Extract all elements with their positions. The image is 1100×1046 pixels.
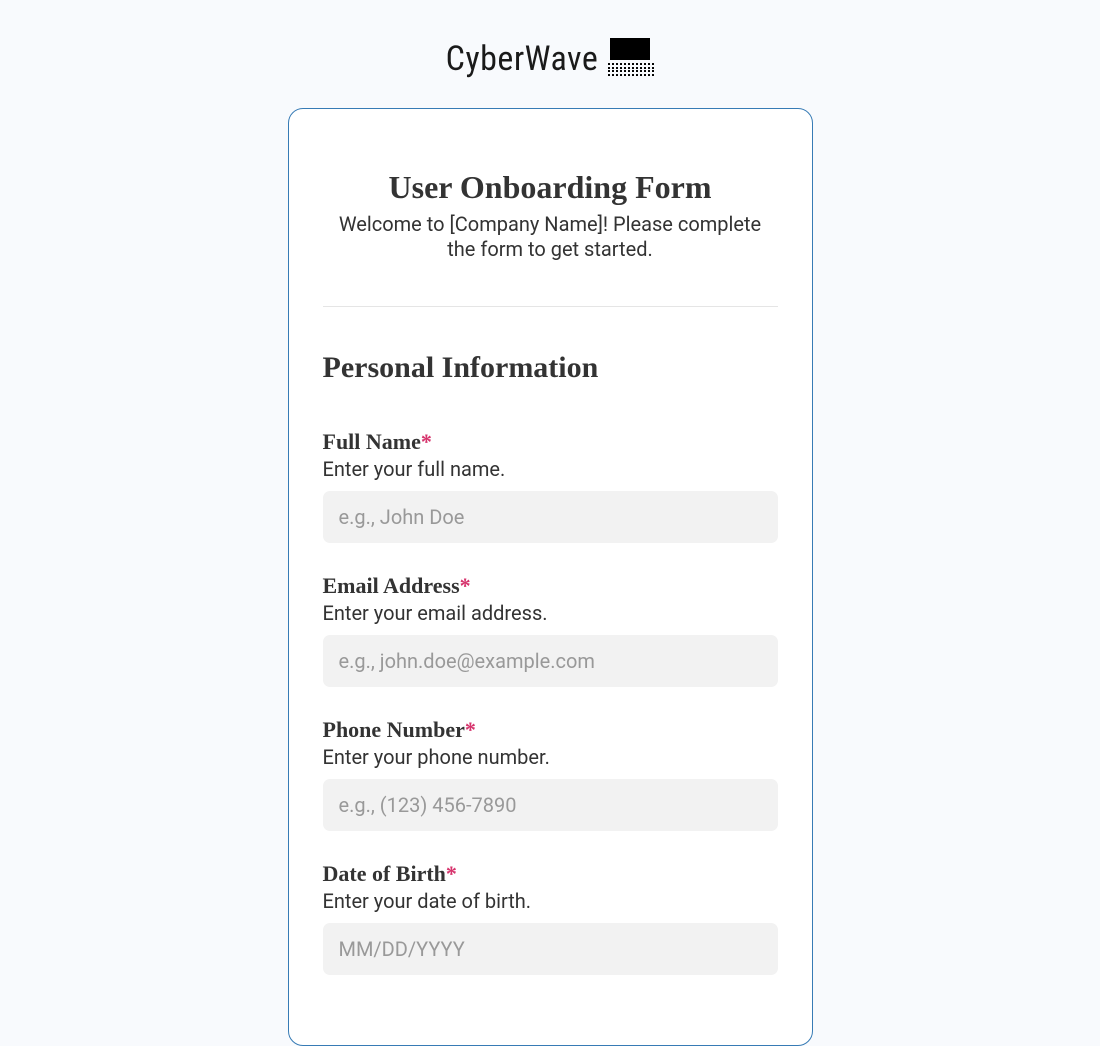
field-full-name: Full Name* Enter your full name. [323,429,778,543]
computer-icon [608,38,654,80]
field-dob: Date of Birth* Enter your date of birth. [323,861,778,975]
form-header: User Onboarding Form Welcome to [Company… [323,169,778,262]
field-label: Phone Number* [323,717,778,743]
dob-input[interactable] [323,923,778,975]
label-text: Phone Number [323,717,465,742]
full-name-input[interactable] [323,491,778,543]
label-text: Date of Birth [323,861,446,886]
field-label: Email Address* [323,573,778,599]
email-input[interactable] [323,635,778,687]
field-description: Enter your phone number. [323,745,778,769]
brand-name: CyberWave [446,39,599,79]
label-text: Full Name [323,429,421,454]
keyboard-dots [608,63,654,76]
form-title: User Onboarding Form [323,169,778,206]
required-marker: * [465,717,476,742]
field-label: Date of Birth* [323,861,778,887]
phone-input[interactable] [323,779,778,831]
label-text: Email Address [323,573,460,598]
brand-header: CyberWave [0,0,1100,108]
onboarding-form-card: User Onboarding Form Welcome to [Company… [288,108,813,1046]
divider [323,306,778,307]
field-email: Email Address* Enter your email address. [323,573,778,687]
required-marker: * [446,861,457,886]
required-marker: * [460,573,471,598]
field-label: Full Name* [323,429,778,455]
field-description: Enter your email address. [323,601,778,625]
form-subtitle: Welcome to [Company Name]! Please comple… [323,212,778,262]
field-phone: Phone Number* Enter your phone number. [323,717,778,831]
field-description: Enter your full name. [323,457,778,481]
required-marker: * [421,429,432,454]
section-title-personal-info: Personal Information [323,351,778,385]
field-description: Enter your date of birth. [323,889,778,913]
